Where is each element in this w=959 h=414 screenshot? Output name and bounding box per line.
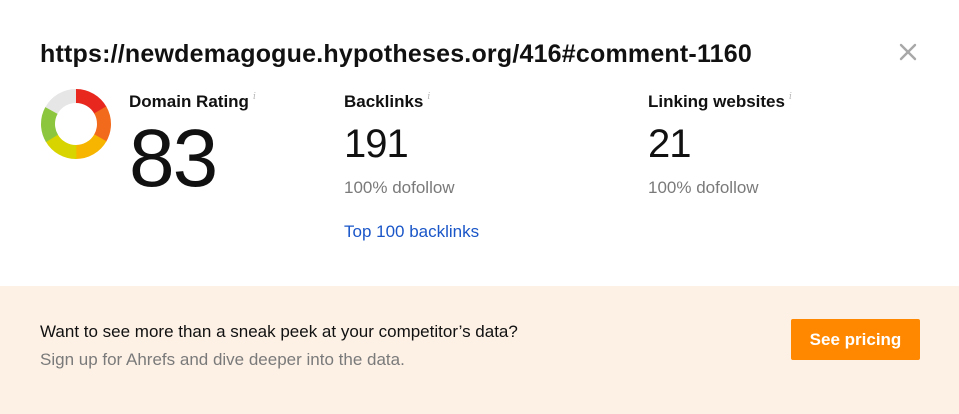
gauge-fill-segment xyxy=(41,107,59,143)
upsell-title: Want to see more than a sneak peek at yo… xyxy=(40,322,518,341)
linking-websites-value: 21 xyxy=(648,122,691,166)
see-pricing-button[interactable]: See pricing xyxy=(791,319,920,360)
linking-websites-dofollow: 100% dofollow xyxy=(648,178,759,197)
page-url-title: https://newdemagogue.hypotheses.org/416#… xyxy=(40,40,752,68)
linking-websites-header: Linking websites i xyxy=(648,92,792,112)
info-icon[interactable]: i xyxy=(427,92,430,102)
close-button[interactable] xyxy=(896,40,920,64)
info-icon[interactable]: i xyxy=(253,92,256,102)
site-overview-modal: https://newdemagogue.hypotheses.org/416#… xyxy=(0,0,959,414)
upsell-banner: Want to see more than a sneak peek at yo… xyxy=(0,286,959,414)
domain-rating-label: Domain Rating xyxy=(129,92,249,111)
backlinks-header: Backlinks i xyxy=(344,92,430,112)
info-icon[interactable]: i xyxy=(789,92,792,102)
gauge-fill-segment xyxy=(75,89,107,115)
backlinks-dofollow: 100% dofollow xyxy=(344,178,455,197)
backlinks-label: Backlinks xyxy=(344,92,424,111)
domain-rating-gauge xyxy=(41,89,111,159)
upsell-subtitle: Sign up for Ahrefs and dive deeper into … xyxy=(40,350,405,369)
gauge-track xyxy=(45,89,77,115)
domain-rating-header: Domain Rating i xyxy=(129,92,256,112)
gauge-fill-segment xyxy=(45,134,77,159)
close-icon xyxy=(899,43,917,61)
gauge-fill-segment xyxy=(93,106,111,142)
backlinks-value: 191 xyxy=(344,122,409,166)
gauge-fill-segment xyxy=(75,133,107,159)
top-100-backlinks-link[interactable]: Top 100 backlinks xyxy=(344,222,479,242)
linking-websites-label: Linking websites xyxy=(648,92,785,111)
domain-rating-value: 83 xyxy=(129,113,218,204)
